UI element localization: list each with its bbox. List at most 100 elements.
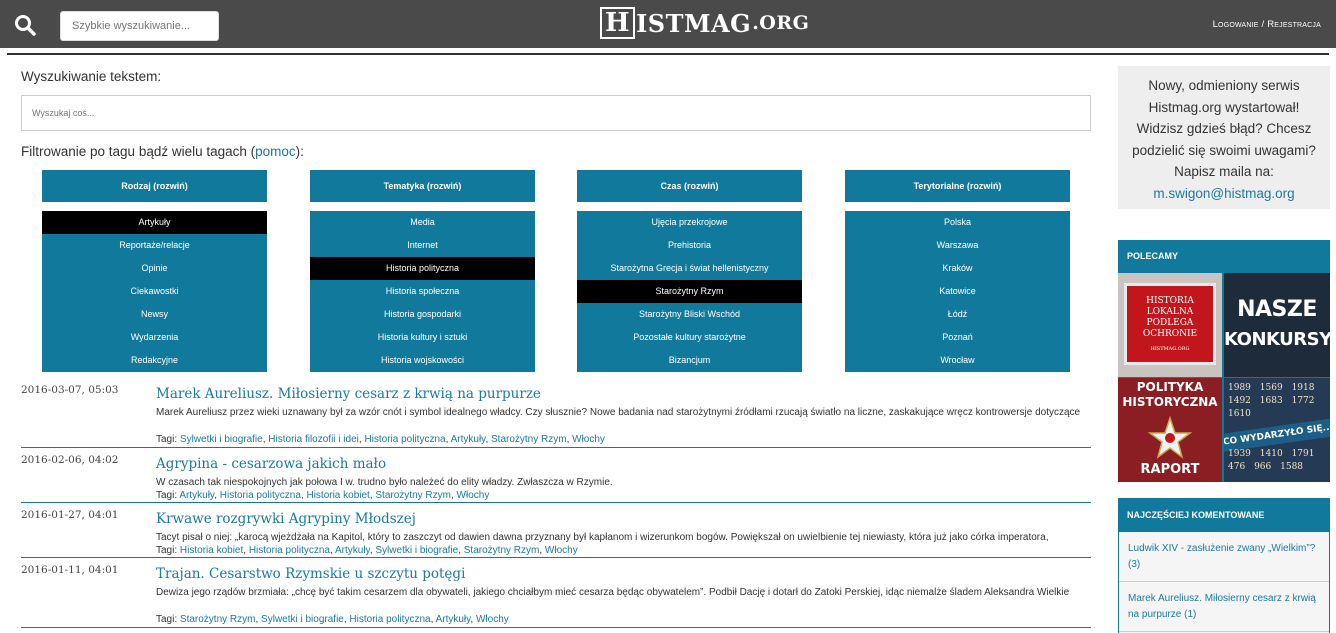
tag-link[interactable]: Włochy	[457, 490, 490, 501]
text-search-input[interactable]	[21, 95, 1091, 131]
tag-link[interactable]: Sylwetki i biografie	[375, 545, 458, 556]
filter-item[interactable]: Historia społeczna	[310, 280, 535, 303]
filter-heading-topic[interactable]: Tematyka (rozwiń)	[310, 170, 535, 202]
tag-link[interactable]: Historia kobiet	[180, 545, 243, 556]
article-title-link[interactable]: Trajan. Cesarstwo Rzymskie u szczytu pot…	[156, 566, 465, 582]
filter-item[interactable]: Redakcyjne	[42, 349, 267, 372]
tag-link[interactable]: Włochy	[572, 434, 605, 445]
promo-year: 1772	[1291, 396, 1315, 406]
tags-label: Tagi:	[156, 545, 180, 556]
tag-link[interactable]: Starożytny Rzym	[180, 614, 256, 625]
auth-links: Logowanie / Rejestracja	[1213, 19, 1321, 30]
promo-line: POLITYKA	[1136, 380, 1204, 394]
filter-item[interactable]: Historia gospodarki	[310, 303, 535, 326]
tag-link[interactable]: Sylwetki i biografie	[180, 434, 263, 445]
filter-heading-time[interactable]: Czas (rozwiń)	[577, 170, 802, 202]
article-title-link[interactable]: Krwawe rozgrywki Agrypiny Młodszej	[156, 511, 416, 527]
filter-item[interactable]: Prehistoria	[577, 234, 802, 257]
header-rule	[7, 53, 1329, 55]
tag-link[interactable]: Historia polityczna	[349, 614, 430, 625]
filter-heading-territory[interactable]: Terytorialne (rozwiń)	[845, 170, 1070, 202]
register-link[interactable]: Rejestracja	[1267, 19, 1321, 30]
filter-item[interactable]: Polska	[845, 211, 1070, 234]
filter-item[interactable]: Katowice	[845, 280, 1070, 303]
contact-email-link[interactable]: m.swigon@histmag.org	[1153, 186, 1294, 201]
promo-what-happened[interactable]: 1989 1569 1918 1492 1683 1772 1610 CO WY…	[1224, 378, 1330, 482]
filter-item[interactable]: Warszawa	[845, 234, 1070, 257]
login-link[interactable]: Logowanie	[1213, 19, 1259, 30]
tag-link[interactable]: Sylwetki i biografie	[261, 614, 344, 625]
order-star-icon	[1148, 416, 1192, 459]
filter-item[interactable]: Starożytna Grecja i świat hellenistyczny	[577, 257, 802, 280]
quick-search-input[interactable]	[60, 11, 219, 41]
promo-year: 1918	[1291, 383, 1315, 393]
filter-item[interactable]: Pozostałe kultury starożytne	[577, 326, 802, 349]
article-row: 2016-02-06, 04:02 Agrypina - cesarzowa j…	[21, 454, 1091, 503]
filter-item[interactable]: Wydarzenia	[42, 326, 267, 349]
tag-link[interactable]: Włochy	[476, 614, 509, 625]
filter-label: Filtrowanie po tagu bądź wielu tagach (p…	[21, 144, 304, 159]
filter-item[interactable]: Wrocław	[845, 349, 1070, 372]
most-commented-item[interactable]: Ludwik XIV - zasłużenie zwany „Wielkim”?…	[1119, 532, 1329, 582]
article-title-link[interactable]: Agrypina - cesarzowa jakich mało	[156, 456, 386, 472]
filter-help-link[interactable]: pomoc	[255, 144, 296, 159]
article-excerpt: Marek Aureliusz przez wieki uznawany był…	[156, 407, 1081, 418]
promo-line: NASZE	[1237, 297, 1317, 322]
promo-historical-policy[interactable]: POLITYKA HISTORYCZNA RAPORT	[1118, 378, 1222, 482]
article-title-link[interactable]: Marek Aureliusz. Miłosierny cesarz z krw…	[156, 386, 541, 402]
recommended-box: HISTORIA LOKALNA PODLEGA OCHRONIE HISTMA…	[1118, 272, 1330, 482]
filter-item[interactable]: Reportaże/relacje	[42, 234, 267, 257]
filter-list-time: Ujęcia przekrojowe Prehistoria Starożytn…	[577, 211, 802, 372]
promo-year: 1989	[1228, 383, 1251, 393]
search-icon[interactable]	[13, 13, 37, 37]
filter-item[interactable]: Kraków	[845, 257, 1070, 280]
article-date: 2016-03-07, 05:03	[21, 384, 119, 396]
promo-year: 1939	[1228, 449, 1251, 459]
tag-link[interactable]: Artykuły	[451, 434, 486, 445]
filter-heading-type[interactable]: Rodzaj (rozwiń)	[42, 170, 267, 202]
promo-years: 1989 1569 1918 1492 1683 1772 1610	[1228, 382, 1328, 421]
promo-year: 1492	[1228, 396, 1251, 406]
filter-item[interactable]: Internet	[310, 234, 535, 257]
tag-link[interactable]: Historia polityczna	[220, 490, 301, 501]
filter-item[interactable]: Media	[310, 211, 535, 234]
filter-item[interactable]: Historia polityczna	[310, 257, 535, 280]
filter-item[interactable]: Ujęcia przekrojowe	[577, 211, 802, 234]
tag-link[interactable]: Historia kobiet	[306, 490, 369, 501]
tag-link[interactable]: Starożytny Rzym	[464, 545, 540, 556]
filter-item[interactable]: Historia kultury i sztuki	[310, 326, 535, 349]
filter-item[interactable]: Łódź	[845, 303, 1070, 326]
announcement-line: Nowy, odmieniony serwis	[1148, 78, 1300, 93]
tag-link[interactable]: Historia polityczna	[364, 434, 445, 445]
filter-item[interactable]: Opinie	[42, 257, 267, 280]
filter-item[interactable]: Starożytny Rzym	[577, 280, 802, 303]
filter-item[interactable]: Artykuły	[42, 211, 267, 234]
promo-year: 476	[1228, 462, 1246, 472]
announcement-line: Widzisz gdzieś błąd? Chcesz	[1136, 121, 1312, 136]
tag-link[interactable]: Historia polityczna	[249, 545, 330, 556]
logo-suffix: .ORG	[752, 12, 810, 34]
tag-link[interactable]: Artykuły	[179, 490, 214, 501]
filter-item[interactable]: Poznań	[845, 326, 1070, 349]
tag-link[interactable]: Włochy	[545, 545, 578, 556]
promo-local-history[interactable]: HISTORIA LOKALNA PODLEGA OCHRONIE HISTMA…	[1118, 273, 1222, 377]
filter-item[interactable]: Newsy	[42, 303, 267, 326]
tags-label: Tagi:	[156, 434, 180, 445]
tag-link[interactable]: Artykuły	[335, 545, 370, 556]
promo-contests[interactable]: NASZE KONKURSY	[1224, 273, 1330, 377]
tag-link[interactable]: Artykuły	[436, 614, 471, 625]
announcement-box: Nowy, odmieniony serwis Histmag.org wyst…	[1118, 66, 1330, 209]
filter-item[interactable]: Historia wojskowości	[310, 349, 535, 372]
site-logo[interactable]: H ISTMAG .ORG	[600, 6, 809, 40]
promo-year: 1791	[1291, 449, 1315, 459]
filter-item[interactable]: Bizancjum	[577, 349, 802, 372]
promo-year: 1410	[1259, 449, 1283, 459]
article-excerpt: Dewiza jego rządów brzmiała: „chcę być t…	[156, 587, 1070, 598]
filter-item[interactable]: Ciekawostki	[42, 280, 267, 303]
most-commented-item[interactable]: Marek Aureliusz. Miłosierny cesarz z krw…	[1119, 582, 1329, 632]
tag-link[interactable]: Starożytny Rzym	[491, 434, 567, 445]
tag-link[interactable]: Historia filozofii i idei	[268, 434, 359, 445]
tag-link[interactable]: Starożytny Rzym	[375, 490, 451, 501]
filter-item[interactable]: Starożytny Bliski Wschód	[577, 303, 802, 326]
article-excerpt: W czasach tak niespokojnych jak połowa I…	[156, 477, 613, 488]
